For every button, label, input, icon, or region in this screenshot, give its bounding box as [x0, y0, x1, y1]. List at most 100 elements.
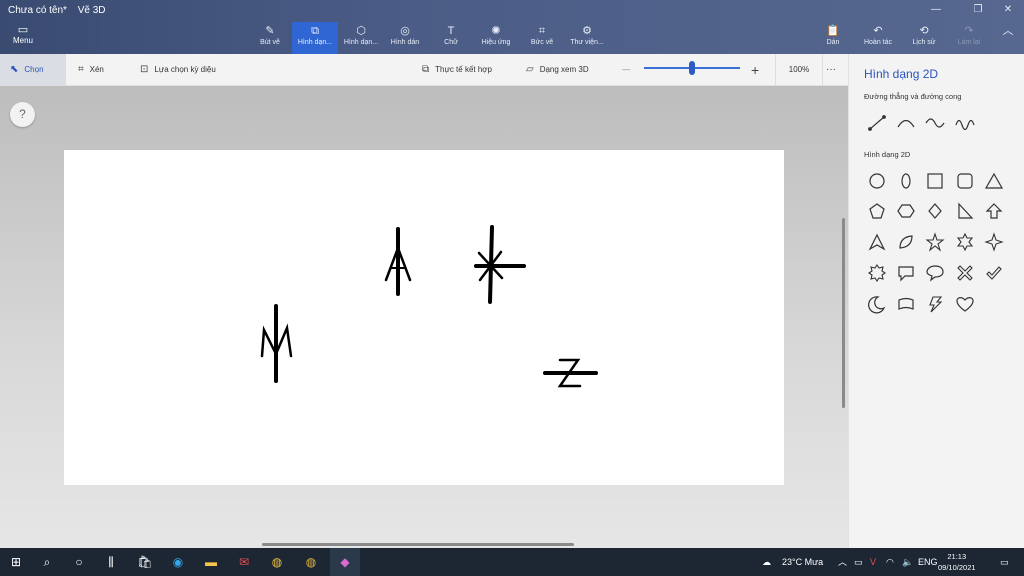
zoom-slider-thumb[interactable]: [689, 61, 695, 75]
burst-icon[interactable]: [866, 262, 888, 284]
task-view-icon[interactable]: ○: [68, 552, 90, 572]
symbol-m-stroke: [260, 304, 293, 383]
rounded-square-icon[interactable]: [954, 170, 976, 192]
wifi-icon[interactable]: ◠: [886, 548, 894, 576]
undo-icon: ↶: [873, 25, 883, 37]
star4-icon[interactable]: [983, 231, 1005, 253]
curve-icon[interactable]: [895, 112, 917, 134]
tray-chevron-icon[interactable]: ︿: [838, 548, 847, 576]
vertical-scrollbar[interactable]: [842, 218, 845, 408]
paste-button[interactable]: 📋 Dán: [820, 22, 846, 54]
crescent-icon[interactable]: [866, 293, 888, 315]
file-explorer-icon[interactable]: ▬: [200, 552, 222, 572]
triangle-icon[interactable]: [983, 170, 1005, 192]
mail-icon[interactable]: ✉: [233, 552, 255, 572]
lightning-icon[interactable]: [924, 293, 946, 315]
antivirus-tray-icon[interactable]: V: [870, 548, 876, 576]
symbol-star-stroke: [474, 225, 526, 304]
cross-icon[interactable]: [954, 262, 976, 284]
history-button[interactable]: ⟲ Lịch sử: [906, 22, 942, 54]
volume-icon[interactable]: 🔈: [902, 548, 913, 576]
tool-label: Bút vẽ: [260, 39, 280, 46]
mixed-reality-label: Thực tế kết hợp: [435, 65, 492, 74]
horizontal-scrollbar[interactable]: [262, 543, 574, 546]
weather-icon[interactable]: ☁: [762, 548, 771, 576]
history-icon: ⟲: [919, 25, 929, 37]
3d-view-button[interactable]: ▱ Dạng xem 3D: [526, 54, 589, 86]
notification-icon[interactable]: ▭: [1000, 548, 1009, 576]
tool-effects[interactable]: ✺ Hiệu ứng: [476, 22, 516, 54]
crop-button[interactable]: ⌗ Xén: [78, 54, 104, 86]
store-icon[interactable]: 🛍: [134, 552, 156, 572]
redo-icon: ↷: [964, 25, 974, 37]
square-icon[interactable]: [924, 170, 946, 192]
panel-title: Hình dạng 2D: [864, 67, 939, 81]
mixed-reality-icon: ⧉: [422, 64, 430, 75]
undo-label: Hoàn tác: [863, 39, 893, 46]
language-indicator[interactable]: ENG: [918, 548, 938, 576]
star6-icon[interactable]: [954, 231, 976, 253]
widgets-icon[interactable]: ⫼: [100, 552, 122, 572]
tool-library[interactable]: ⚙ Thư viện...: [566, 22, 608, 54]
zoom-out-button[interactable]: —: [622, 54, 630, 86]
chrome-icon[interactable]: ◍: [266, 552, 288, 572]
crop-icon: ⌗: [78, 64, 84, 75]
menu-button[interactable]: ▭ Menu: [6, 24, 40, 45]
speech-rect-icon[interactable]: [895, 262, 917, 284]
shapes-section-label: Hình dạng 2D: [864, 150, 911, 159]
tool-label: Hiệu ứng: [481, 39, 511, 46]
tool-3d-shapes[interactable]: ⬡ Hình dạn...: [340, 22, 382, 54]
circle-icon[interactable]: [866, 170, 888, 192]
mixed-reality-button[interactable]: ⧉ Thực tế kết hợp: [422, 54, 492, 86]
ellipse-icon[interactable]: [895, 170, 917, 192]
diamond-icon[interactable]: [924, 200, 946, 222]
tool-brushes[interactable]: ✎ Bút vẽ: [252, 22, 288, 54]
magic-select-button[interactable]: ⊡ Lựa chọn kỳ diệu: [140, 54, 216, 86]
hexagon-icon[interactable]: [895, 200, 917, 222]
app-name: Vẽ 3D: [77, 5, 106, 16]
sticker-icon: ◎: [400, 25, 410, 37]
leaf-icon[interactable]: [895, 231, 917, 253]
network-tray-icon[interactable]: ▭: [854, 548, 863, 576]
crop-label: Xén: [89, 65, 104, 74]
zoom-in-button[interactable]: +: [751, 54, 759, 86]
speech-oval-icon[interactable]: [924, 262, 946, 284]
tool-text[interactable]: T Chữ: [438, 22, 464, 54]
symbol-a-stroke: [384, 227, 412, 296]
zoom-value[interactable]: 100%: [775, 54, 823, 86]
arrow-up-icon[interactable]: [983, 200, 1005, 222]
undo-button[interactable]: ↶ Hoàn tác: [858, 22, 898, 54]
chrome-canary-icon[interactable]: ◍: [300, 552, 322, 572]
lines-section-label: Đường thẳng và đường cong: [864, 92, 962, 101]
banner-icon[interactable]: [895, 293, 917, 315]
close-button[interactable]: ✕: [996, 3, 1020, 17]
more-button[interactable]: ···: [826, 54, 836, 86]
heart-icon[interactable]: [954, 293, 976, 315]
tool-2d-shapes[interactable]: ⧉ Hình dạn...: [292, 22, 338, 54]
symbol-z-stroke: [543, 358, 598, 388]
select-button[interactable]: ⬉ Chọn: [0, 54, 66, 86]
paste-label: Dán: [826, 39, 840, 46]
help-button[interactable]: ?: [10, 102, 35, 127]
s-curve-icon[interactable]: [924, 112, 946, 134]
right-triangle-icon[interactable]: [954, 200, 976, 222]
check-icon[interactable]: [983, 262, 1005, 284]
tool-canvas[interactable]: ⌗ Bức vẽ: [524, 22, 560, 54]
star5-icon[interactable]: [924, 231, 946, 253]
start-icon[interactable]: ⊞: [5, 552, 27, 572]
tool-stickers[interactable]: ◎ Hình dán: [386, 22, 424, 54]
edge-icon[interactable]: ◉: [167, 552, 189, 572]
drawing-canvas[interactable]: [64, 150, 784, 485]
paint3d-icon[interactable]: ◆: [330, 548, 360, 576]
weather-text[interactable]: 23°C Mưa: [782, 548, 823, 576]
arrowhead-icon[interactable]: [866, 231, 888, 253]
pentagon-icon[interactable]: [866, 200, 888, 222]
redo-button[interactable]: ↷ Làm lại: [952, 22, 986, 54]
search-icon[interactable]: ⌕: [36, 552, 58, 572]
wave-curve-icon[interactable]: [954, 112, 976, 134]
clock[interactable]: 21:13 09/10/2021: [938, 551, 976, 573]
minimize-button[interactable]: —: [924, 3, 948, 17]
maximize-button[interactable]: ❐: [966, 3, 990, 17]
collapse-ribbon-button[interactable]: ︿: [996, 22, 1020, 54]
line-icon[interactable]: [866, 112, 888, 134]
